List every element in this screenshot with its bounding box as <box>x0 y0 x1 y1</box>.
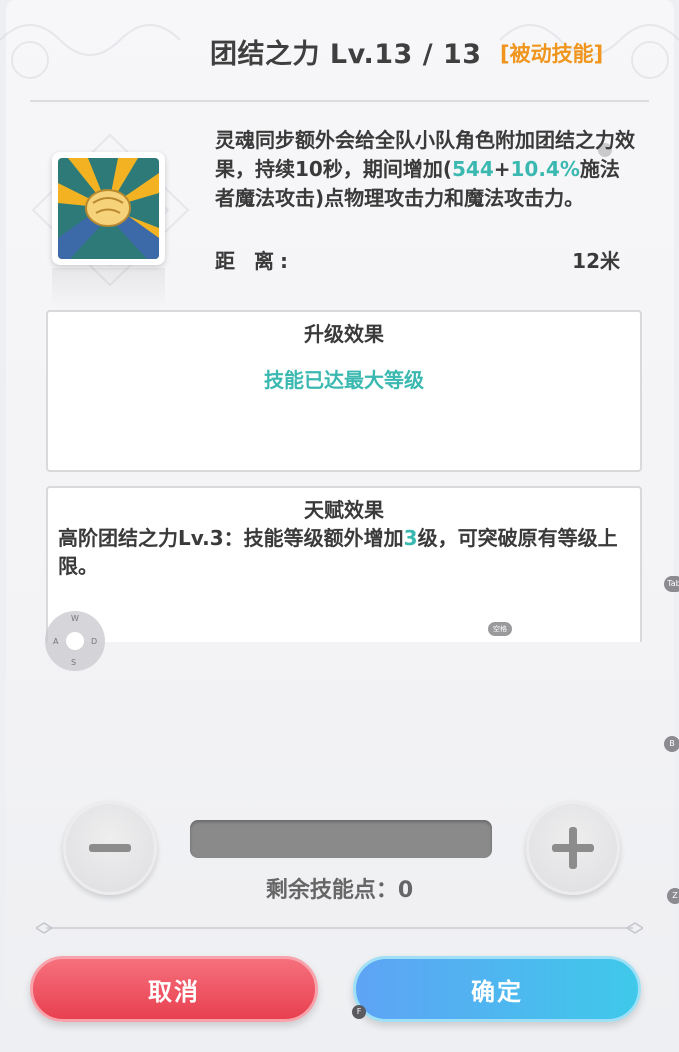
skill-description: 灵魂同步额外会给全队小队角色附加团结之力效果，持续10秒，期间增加(544+10… <box>215 126 635 213</box>
upgrade-effect-box: 升级效果 技能已达最大等级 <box>46 310 642 472</box>
plus-sign: + <box>493 157 511 181</box>
remaining-skill-points: 剩余技能点：0 <box>0 872 679 904</box>
skill-type-tag: [被动技能] <box>500 42 604 66</box>
remaining-points-value: 0 <box>397 878 414 903</box>
talent-effect-box: 天赋效果 高阶团结之力Lv.3：技能等级额外增加3级，可突破原有等级上限。 <box>46 486 642 642</box>
ratio-value: 10.4% <box>510 157 580 181</box>
arm-wrestle-handshake-icon <box>58 158 159 259</box>
header-divider <box>30 100 649 102</box>
icon-reflection <box>52 268 165 308</box>
max-level-text: 技能已达最大等级 <box>264 368 424 392</box>
skill-points-bar[interactable] <box>190 820 492 858</box>
range-label: 距 离: <box>215 249 294 273</box>
virtual-joystick[interactable]: W A D S <box>45 611 105 671</box>
key-d: D <box>91 637 98 646</box>
key-s: S <box>71 658 77 667</box>
confirm-button[interactable]: 确定 <box>353 956 641 1022</box>
skill-title: 团结之力 Lv.13 / 13 <box>210 39 482 70</box>
talent-effect-title: 天赋效果 <box>304 498 384 522</box>
remaining-points-label: 剩余技能点： <box>265 878 398 903</box>
talent-level-value: 3 <box>403 526 418 550</box>
talent-text-prefix: 高阶团结之力Lv.3：技能等级额外增加 <box>58 526 404 550</box>
key-a: A <box>53 637 59 646</box>
talent-effect-text: 高阶团结之力Lv.3：技能等级额外增加3级，可突破原有等级上限。 <box>58 524 628 580</box>
space-key-hint: 空格 <box>488 622 512 636</box>
tab-key-hint: Tab <box>664 576 679 592</box>
upgrade-effect-title: 升级效果 <box>304 322 384 346</box>
joystick-knob[interactable] <box>66 632 84 650</box>
key-w: W <box>71 614 79 623</box>
range-value: 12米 <box>572 249 620 273</box>
f-key-hint: F <box>352 1005 366 1019</box>
cancel-button[interactable]: 取消 <box>30 956 318 1022</box>
b-key-hint: B <box>664 736 679 752</box>
skill-icon-frame <box>52 152 165 265</box>
header: 团结之力 Lv.13 / 13 [被动技能] <box>0 30 679 78</box>
footer-divider <box>36 922 643 934</box>
base-value: 544 <box>451 157 494 181</box>
